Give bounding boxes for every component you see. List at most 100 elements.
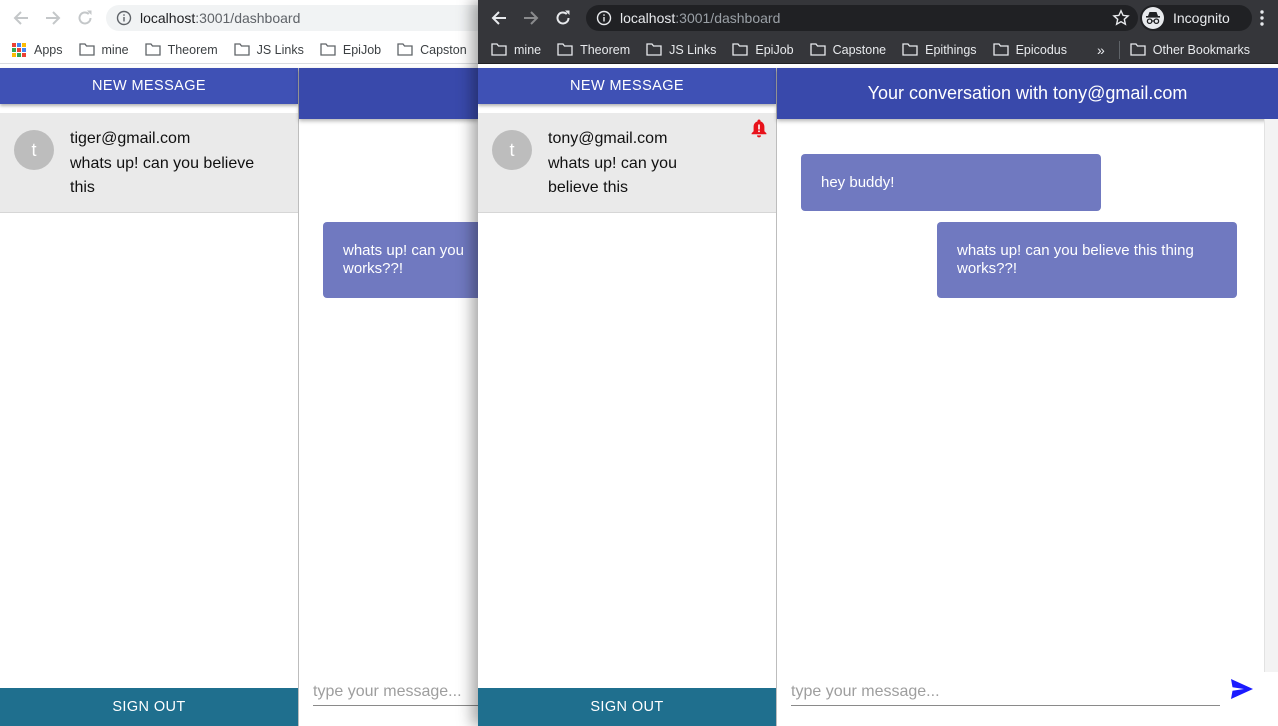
browser-toolbar: localhost:3001/dashboard Incognito: [478, 0, 1278, 36]
bookmark-label: JS Links: [256, 42, 304, 57]
message-bubble-sent: whats up! can you works??!: [323, 222, 478, 298]
forward-icon[interactable]: [42, 7, 64, 29]
reload-icon[interactable]: [74, 7, 96, 29]
back-icon[interactable]: [10, 7, 32, 29]
site-info-icon[interactable]: [596, 10, 612, 26]
bookmark-label: Epithings: [925, 42, 977, 57]
bookmark-label: Capston: [420, 42, 467, 57]
bookmarks-separator: [1118, 40, 1120, 59]
folder-icon: [902, 43, 918, 56]
bookmarks-overflow-button[interactable]: »: [1097, 42, 1105, 58]
chat-header: Your conversation with tony@gmail.com: [777, 68, 1278, 119]
bookmark-label: Epicodus: [1015, 42, 1067, 57]
folder-icon: [320, 43, 336, 56]
incognito-badge[interactable]: Incognito: [1140, 5, 1252, 31]
bookmark-label: Apps: [34, 42, 63, 57]
bookmark-folder[interactable]: Theorem: [557, 43, 630, 57]
more-menu-icon[interactable]: [1260, 9, 1264, 27]
send-icon[interactable]: [1230, 678, 1254, 700]
url-text[interactable]: localhost:3001/dashboard: [620, 10, 780, 26]
bookmark-folder[interactable]: Capstone: [809, 42, 887, 57]
new-message-button[interactable]: NEW MESSAGE: [0, 68, 298, 104]
message-input[interactable]: [791, 678, 1220, 705]
bookmark-folder[interactable]: JS Links: [646, 43, 716, 57]
chat-scrollbar[interactable]: [1264, 119, 1278, 672]
message-text: hey buddy!: [821, 173, 895, 191]
address-bar[interactable]: localhost:3001/dashboard: [106, 5, 478, 31]
back-icon[interactable]: [488, 7, 510, 29]
message-text: whats up! can you believe this thing wor…: [957, 242, 1194, 277]
url-path: :3001/dashboard: [195, 10, 301, 26]
url-host: localhost: [620, 10, 676, 26]
bookmark-label: EpiJob: [755, 42, 794, 57]
site-info-icon[interactable]: [116, 10, 132, 26]
bookmark-label: Theorem: [167, 42, 218, 57]
folder-icon: [732, 43, 749, 56]
folder-icon: [646, 43, 662, 56]
incognito-label: Incognito: [1173, 10, 1230, 26]
bookmark-folder[interactable]: Epicodus: [992, 42, 1067, 57]
message-input[interactable]: [313, 678, 478, 705]
chat-header: [299, 68, 478, 119]
url-host: localhost: [140, 10, 196, 26]
back-browser-window: localhost:3001/dashboard Apps mine Theor…: [0, 0, 478, 726]
bookmark-folder[interactable]: mine: [491, 43, 541, 57]
new-message-button[interactable]: NEW MESSAGE: [478, 68, 776, 104]
chat-app: NEW MESSAGE t tony@gmail.com whats up! c…: [478, 68, 1278, 726]
bookmark-star-icon[interactable]: [1112, 9, 1130, 27]
browser-toolbar: localhost:3001/dashboard: [0, 0, 478, 36]
bookmark-label: Other Bookmarks: [1152, 42, 1251, 57]
bookmark-label: Capstone: [832, 42, 887, 57]
folder-icon: [491, 43, 507, 56]
folder-icon: [397, 43, 413, 56]
folder-icon: [78, 43, 95, 56]
bookmark-apps[interactable]: Apps: [12, 42, 63, 57]
chat-panel: Your conversation with tony@gmail.com he…: [777, 68, 1278, 726]
conversation-sidebar: NEW MESSAGE t tony@gmail.com whats up! c…: [478, 68, 777, 726]
bookmarks-bar: Apps mine Theorem JS Links EpiJob Capsto…: [0, 36, 478, 64]
bookmarks-bar: mine Theorem JS Links EpiJob Capstone Ep…: [478, 36, 1278, 64]
bookmark-folder[interactable]: Capston: [397, 43, 467, 57]
bookmark-folder[interactable]: EpiJob: [732, 42, 794, 57]
conversation-email: tony@gmail.com: [548, 130, 668, 147]
bookmark-label: JS Links: [669, 42, 717, 57]
message-bubble-received: hey buddy!: [801, 154, 1101, 211]
message-composer[interactable]: [791, 678, 1220, 706]
folder-icon: [992, 43, 1009, 56]
sign-out-button[interactable]: SIGN OUT: [478, 688, 776, 726]
bookmark-label: EpiJob: [342, 42, 382, 57]
conversation-item[interactable]: t tony@gmail.com whats up! can you belie…: [478, 113, 776, 213]
incognito-browser-window: localhost:3001/dashboard Incognito mine …: [478, 0, 1278, 726]
message-composer[interactable]: [313, 678, 478, 706]
forward-icon[interactable]: [520, 7, 542, 29]
incognito-icon: [1142, 7, 1164, 29]
other-bookmarks-folder[interactable]: Other Bookmarks: [1130, 43, 1250, 57]
conversation-preview: whats up! can you believe this: [70, 155, 255, 196]
avatar: t: [492, 130, 532, 170]
apps-grid-icon: [12, 42, 26, 57]
bookmark-label: mine: [101, 42, 129, 57]
chat-title: Your conversation with tony@gmail.com: [867, 83, 1188, 103]
bookmark-folder[interactable]: mine: [78, 42, 129, 57]
url-text[interactable]: localhost:3001/dashboard: [140, 10, 300, 26]
folder-icon: [809, 43, 826, 56]
folder-icon: [557, 43, 573, 56]
conversation-sidebar: NEW MESSAGE t tiger@gmail.com whats up! …: [0, 68, 299, 726]
conversation-item[interactable]: t tiger@gmail.com whats up! can you beli…: [0, 113, 298, 213]
bookmark-folder[interactable]: EpiJob: [320, 43, 381, 57]
chat-app: NEW MESSAGE t tiger@gmail.com whats up! …: [0, 68, 478, 726]
sign-out-button[interactable]: SIGN OUT: [0, 688, 298, 726]
conversation-email: tiger@gmail.com: [70, 130, 191, 147]
message-bubble-sent: whats up! can you believe this thing wor…: [937, 222, 1237, 298]
conversation-preview: whats up! can you believe this: [548, 155, 677, 196]
bookmark-folder[interactable]: Epithings: [902, 42, 977, 57]
reload-icon[interactable]: [552, 7, 574, 29]
address-bar[interactable]: localhost:3001/dashboard: [586, 5, 1138, 31]
bookmark-folder[interactable]: Theorem: [144, 42, 218, 57]
bell-alert-icon: [751, 119, 767, 138]
message-text: whats up! can you works??!: [343, 242, 464, 277]
bookmark-label: Theorem: [580, 42, 631, 57]
folder-icon: [233, 43, 250, 56]
bookmark-folder[interactable]: JS Links: [233, 42, 304, 57]
bookmark-label: mine: [514, 42, 542, 57]
